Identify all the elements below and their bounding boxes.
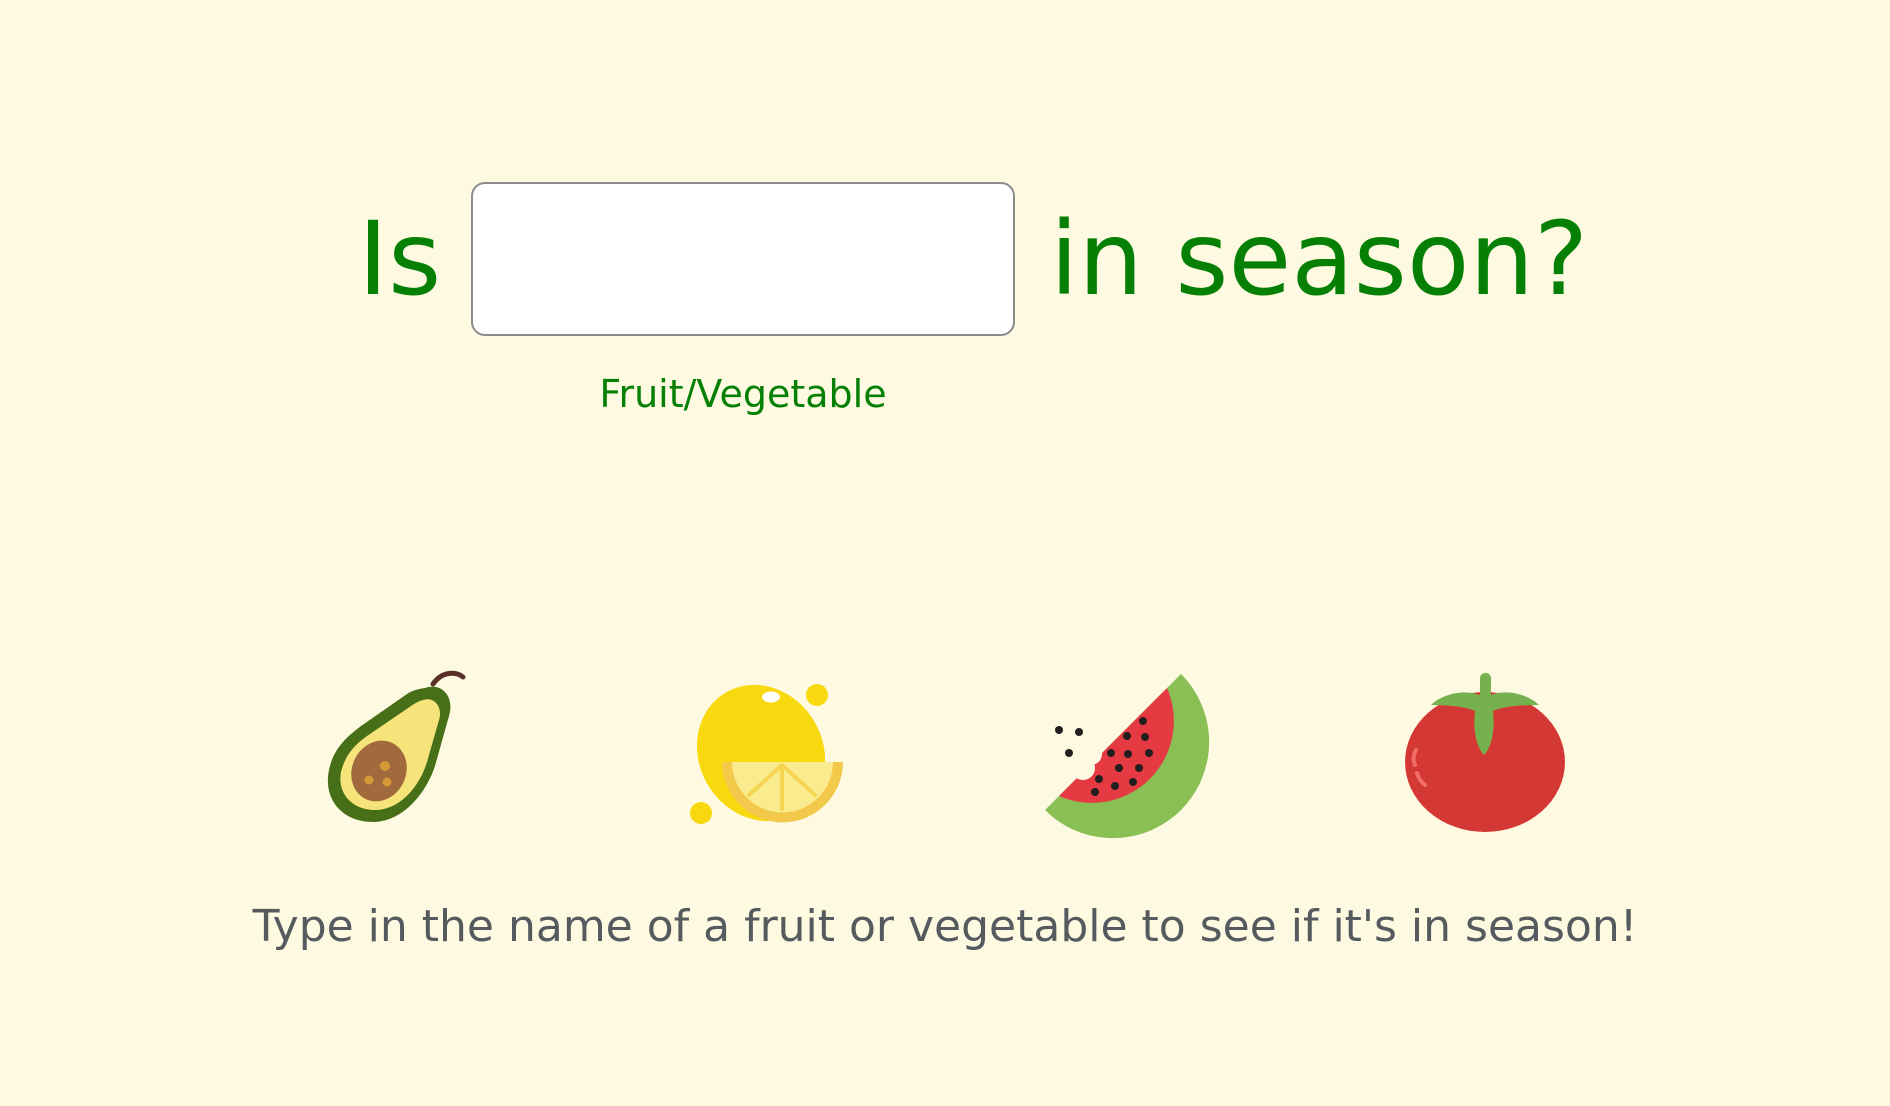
fruit-vegetable-input[interactable] [471,182,1015,336]
question-prefix: Is [358,200,442,319]
watermelon-icon [1045,674,1210,839]
question-row: Is in season? [0,180,1890,340]
tomato-icon [1405,673,1565,832]
hint-text: Type in the name of a fruit or vegetable… [252,901,1638,952]
page: Is in season? Fruit/Vegetable Type in th… [0,0,1890,1106]
lemon-icon [690,684,843,824]
avocado-icon [327,670,466,822]
question-suffix: in season? [1050,200,1589,319]
input-caption: Fruit/Vegetable [599,372,887,416]
